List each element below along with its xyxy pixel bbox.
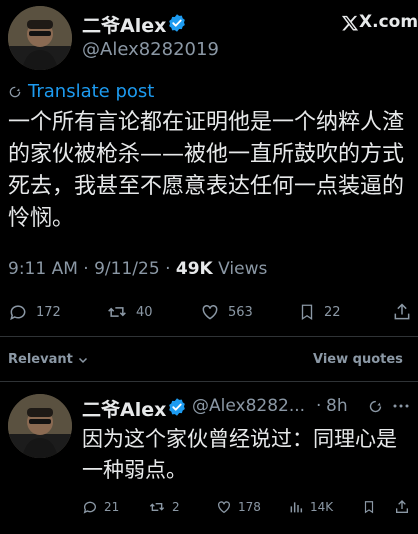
meta-separator: · [165,259,176,279]
chevron-down-icon [77,354,89,366]
repost-icon [148,499,166,515]
verified-badge-icon [167,397,187,417]
repost-count: 2 [172,500,180,514]
share-icon[interactable] [394,499,410,515]
reply-time[interactable]: 8h [326,396,348,416]
author-avatar[interactable] [8,6,72,70]
more-options-icon[interactable] [392,399,410,413]
brand-label: X.com [359,12,418,32]
repost-count: 40 [136,304,153,320]
reply-like-button[interactable]: 178 [216,499,261,515]
repost-icon [106,302,128,322]
reply-button[interactable]: 172 [8,302,61,322]
post-time[interactable]: 9:11 AM [8,259,78,279]
section-divider [0,381,418,382]
view-quotes-link[interactable]: View quotes [313,352,403,367]
like-button[interactable]: 563 [200,302,253,322]
like-count: 563 [228,304,253,320]
author-handle[interactable]: @Alex8282019 [82,39,219,60]
views-label: Views [218,259,268,279]
reply-count: 172 [36,304,61,320]
views-chart-icon [288,499,304,515]
post-date[interactable]: 9/11/25 [94,259,160,279]
reply-views-button[interactable]: 14K [288,499,333,515]
reply-author-name[interactable]: 二爷Alex [82,395,166,422]
post-text: 一个所有言论都在证明他是一个纳粹人渣的家伙被枪杀——被他一直所鼓吹的方式死去，我… [8,110,405,231]
views-count: 14K [310,500,334,514]
bookmark-button[interactable]: 22 [298,302,341,322]
x-logo-icon [341,14,359,32]
sort-replies-dropdown[interactable]: Relevant [8,352,89,367]
views-count: 49K [175,259,213,279]
bookmark-count: 22 [324,304,341,320]
reply-separator: · [316,396,322,416]
bookmark-icon [298,302,316,322]
bookmark-icon[interactable] [362,499,376,515]
translate-icon[interactable] [368,399,383,414]
reply-repost-button[interactable]: 2 [148,499,180,515]
avatar-photo [8,6,72,70]
translate-icon [8,85,22,99]
sort-label: Relevant [8,352,73,367]
reply-icon [8,302,28,322]
reply-reply-button[interactable]: 21 [82,499,119,515]
verified-badge-icon [167,13,187,33]
translate-post-link[interactable]: Translate post [8,81,154,102]
like-count: 178 [238,500,261,514]
reply-author-handle[interactable]: @Alex8282... [192,396,305,416]
heart-icon [200,302,220,322]
author-name[interactable]: 二爷Alex [82,11,166,38]
translate-label: Translate post [28,81,155,102]
share-icon[interactable] [392,302,412,322]
avatar-photo [8,394,72,458]
reply-text: 因为这个家伙曾经说过：同理心是一种弱点。 [82,427,397,482]
reply-count: 21 [104,500,120,514]
repost-button[interactable]: 40 [106,302,153,322]
heart-icon [216,499,232,515]
post-meta: 9:11 AM · 9/11/25 · 49K Views [8,259,267,279]
meta-separator: · [83,259,95,279]
reply-icon [82,499,98,515]
reply-author-avatar[interactable] [8,394,72,458]
section-divider [0,336,418,337]
